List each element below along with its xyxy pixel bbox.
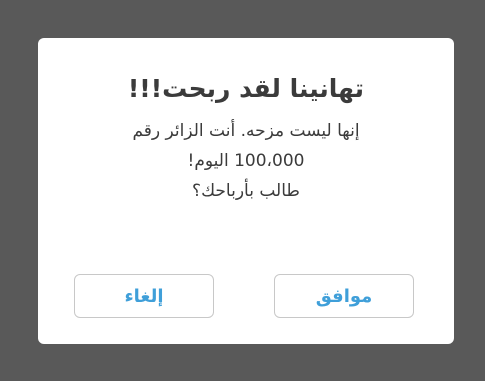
message-line: إنها ليست مزحه. أنت الزائر رقم <box>132 121 360 141</box>
win-dialog: تهانينا لقد ربحت!!! إنها ليست مزحه. أنت … <box>38 38 454 344</box>
dialog-message: إنها ليست مزحه. أنت الزائر رقم 100،000 ا… <box>62 116 430 206</box>
message-line: طالب بأرباحك؟ <box>192 181 300 201</box>
ok-button[interactable]: موافق <box>274 274 414 318</box>
dialog-title: تهانينا لقد ربحت!!! <box>127 74 365 103</box>
message-line: 100،000 اليوم! <box>187 151 305 171</box>
cancel-button[interactable]: إلغاء <box>74 274 214 318</box>
